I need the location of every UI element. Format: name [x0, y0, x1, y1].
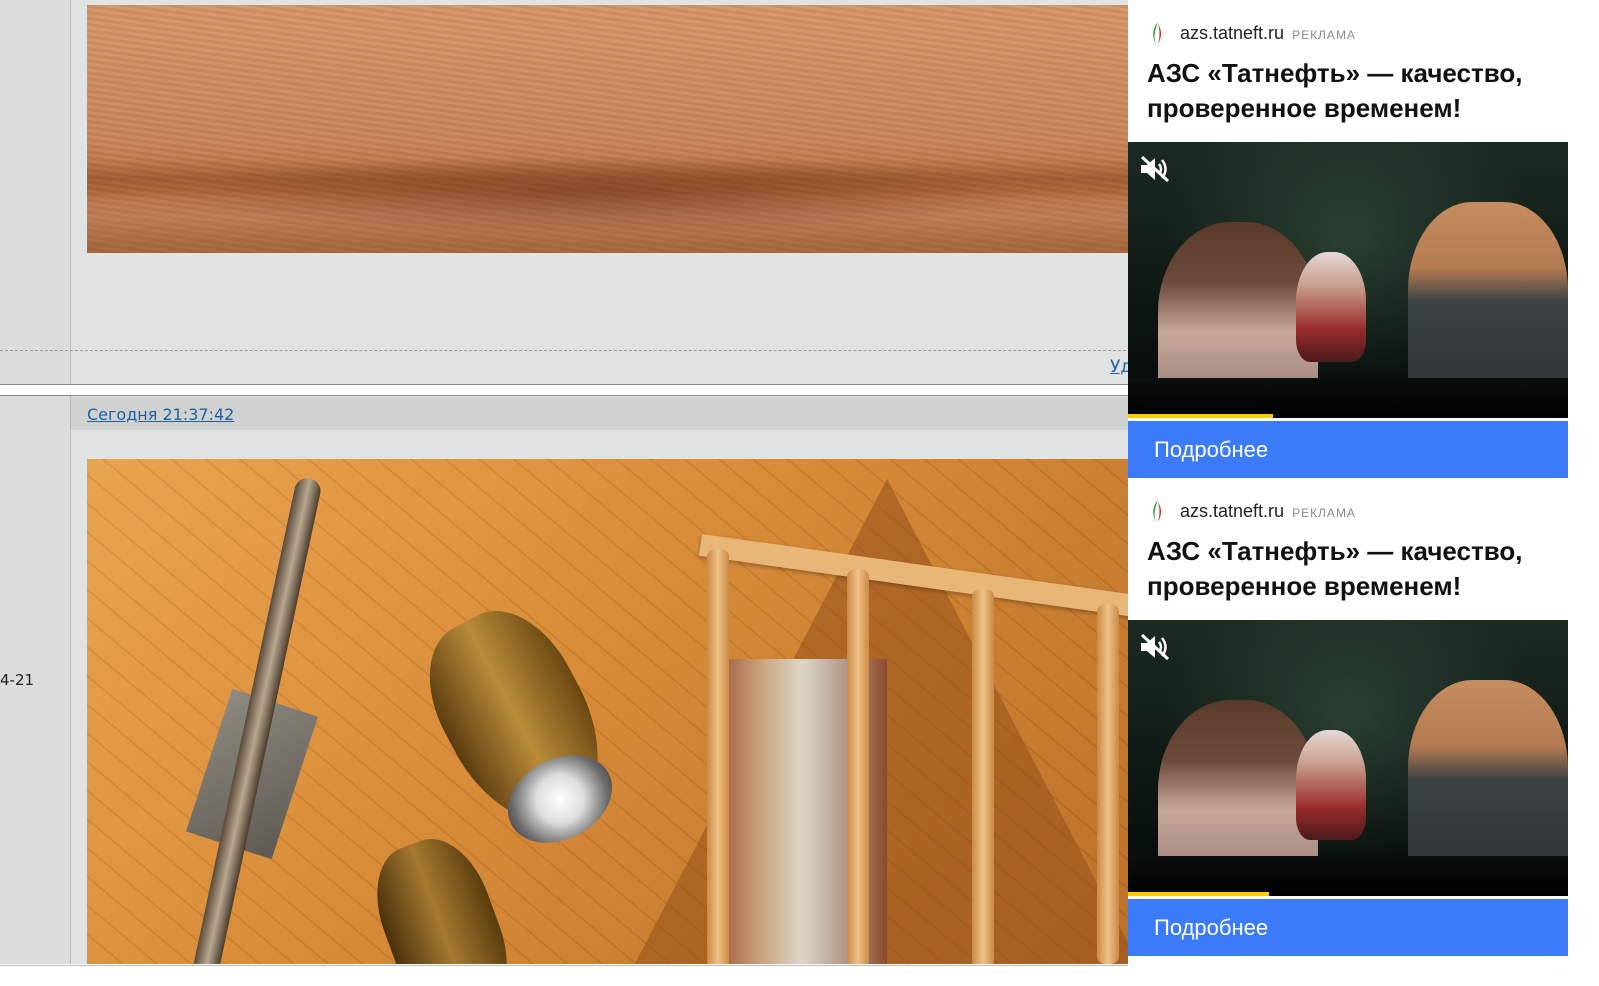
ad-block[interactable]: azs.tatneft.ru РЕКЛАМА АЗС «Татнефть» — …: [1128, 478, 1568, 964]
ad-video[interactable]: [1128, 142, 1568, 418]
forum-page: Уд Сегодня 21:37:42 4-21 azs.tatneft.ru …: [0, 0, 1599, 986]
spotlight-lamp-lower: [359, 825, 525, 964]
muted-speaker-icon[interactable]: [1138, 154, 1172, 184]
ad-header: azs.tatneft.ru РЕКЛАМА: [1148, 20, 1356, 46]
post-header: Сегодня 21:37:42: [71, 397, 1131, 430]
baluster: [847, 569, 869, 964]
tatneft-logo-icon: [1148, 499, 1168, 523]
ad-label: РЕКЛАМА: [1292, 28, 1356, 42]
ad-block[interactable]: azs.tatneft.ru РЕКЛАМА АЗС «Татнефть» — …: [1128, 0, 1568, 478]
ad-video[interactable]: [1128, 620, 1568, 896]
post-photo-fabric[interactable]: [87, 5, 1131, 253]
baluster: [707, 549, 729, 964]
video-progress-bar: [1128, 414, 1274, 418]
video-child: [1296, 252, 1366, 362]
ad-label: РЕКЛАМА: [1292, 506, 1356, 520]
video-child: [1296, 730, 1366, 840]
ad-header: azs.tatneft.ru РЕКЛАМА: [1148, 498, 1356, 524]
baluster: [972, 589, 994, 964]
ad-title[interactable]: АЗС «Татнефть» — качество, проверенное в…: [1147, 534, 1567, 604]
ad-title[interactable]: АЗС «Татнефть» — качество, проверенное в…: [1147, 56, 1567, 126]
page-bottom-line: [0, 965, 1131, 966]
ad-domain[interactable]: azs.tatneft.ru: [1180, 501, 1284, 522]
post-author-column: [0, 0, 71, 384]
more-button[interactable]: Подробнее: [1128, 899, 1568, 956]
post-date-link[interactable]: Сегодня 21:37:42: [87, 405, 234, 424]
video-progress-bar: [1128, 892, 1269, 896]
tatneft-logo-icon: [1148, 21, 1168, 45]
muted-speaker-icon[interactable]: [1138, 632, 1172, 662]
post-photo-attic[interactable]: [87, 459, 1131, 964]
author-registration-date: 4-21: [0, 671, 35, 689]
fabric-fold: [147, 155, 1047, 235]
baluster: [1097, 604, 1119, 964]
more-button[interactable]: Подробнее: [1128, 421, 1568, 478]
video-dashboard: [1128, 378, 1568, 418]
ad-domain[interactable]: azs.tatneft.ru: [1180, 23, 1284, 44]
post-footer-divider: [0, 350, 1131, 351]
ad-column: azs.tatneft.ru РЕКЛАМА АЗС «Татнефть» — …: [1128, 0, 1599, 986]
post-separator: [0, 384, 1131, 385]
video-dashboard: [1128, 856, 1568, 896]
